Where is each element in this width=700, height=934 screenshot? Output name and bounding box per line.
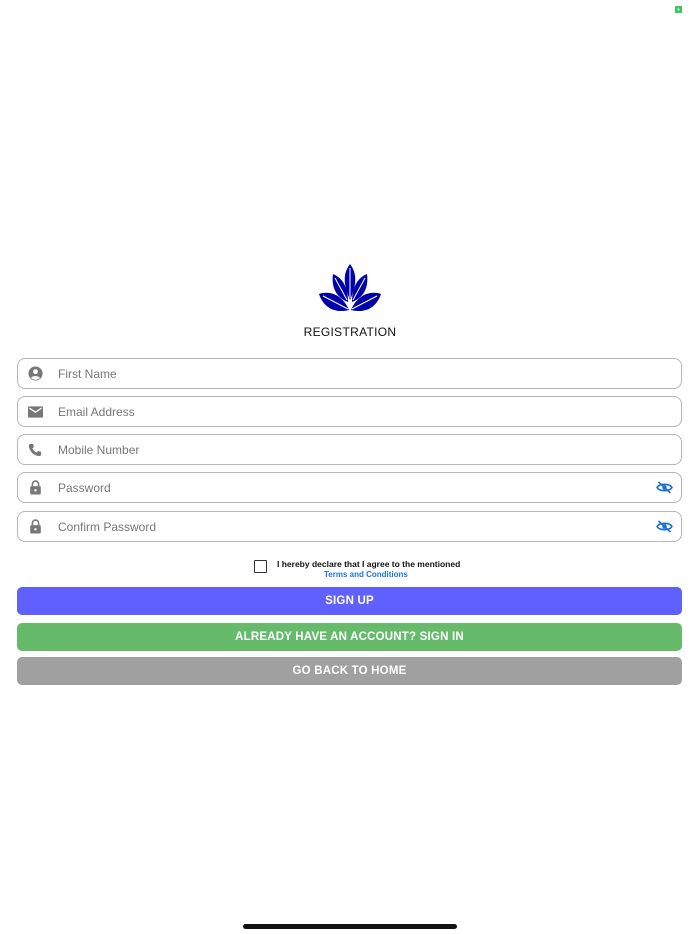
person-circle-icon xyxy=(27,366,43,382)
eye-off-icon[interactable] xyxy=(655,520,673,534)
go-home-button[interactable]: GO BACK TO HOME xyxy=(17,657,682,685)
confirm-password-field[interactable]: Confirm Password xyxy=(17,511,682,542)
mobile-field[interactable]: Mobile Number xyxy=(17,434,682,465)
sign-up-button[interactable]: SIGN UP xyxy=(17,587,682,615)
lock-icon xyxy=(27,519,43,535)
password-placeholder: Password xyxy=(58,480,111,495)
terms-link[interactable]: Terms and Conditions xyxy=(324,570,408,579)
sign-in-button[interactable]: ALREADY HAVE AN ACCOUNT? SIGN IN xyxy=(17,623,682,651)
lotus-logo xyxy=(315,262,385,316)
phone-icon xyxy=(27,442,43,458)
envelope-icon xyxy=(27,404,43,420)
battery-icon xyxy=(674,6,682,13)
mobile-placeholder: Mobile Number xyxy=(58,442,140,457)
terms-agreement: I hereby declare that I agree to the men… xyxy=(254,559,474,581)
lock-icon xyxy=(27,480,43,496)
first-name-field[interactable]: First Name xyxy=(17,358,682,389)
email-field[interactable]: Email Address xyxy=(17,396,682,427)
terms-checkbox[interactable] xyxy=(254,560,267,573)
page-title: REGISTRATION xyxy=(303,325,397,339)
confirm-password-placeholder: Confirm Password xyxy=(58,519,157,534)
first-name-placeholder: First Name xyxy=(58,366,117,381)
eye-off-icon[interactable] xyxy=(655,481,673,495)
email-placeholder: Email Address xyxy=(58,404,135,419)
home-indicator[interactable] xyxy=(243,924,457,929)
password-field[interactable]: Password xyxy=(17,472,682,503)
terms-declaration: I hereby declare that I agree to the men… xyxy=(277,559,461,569)
